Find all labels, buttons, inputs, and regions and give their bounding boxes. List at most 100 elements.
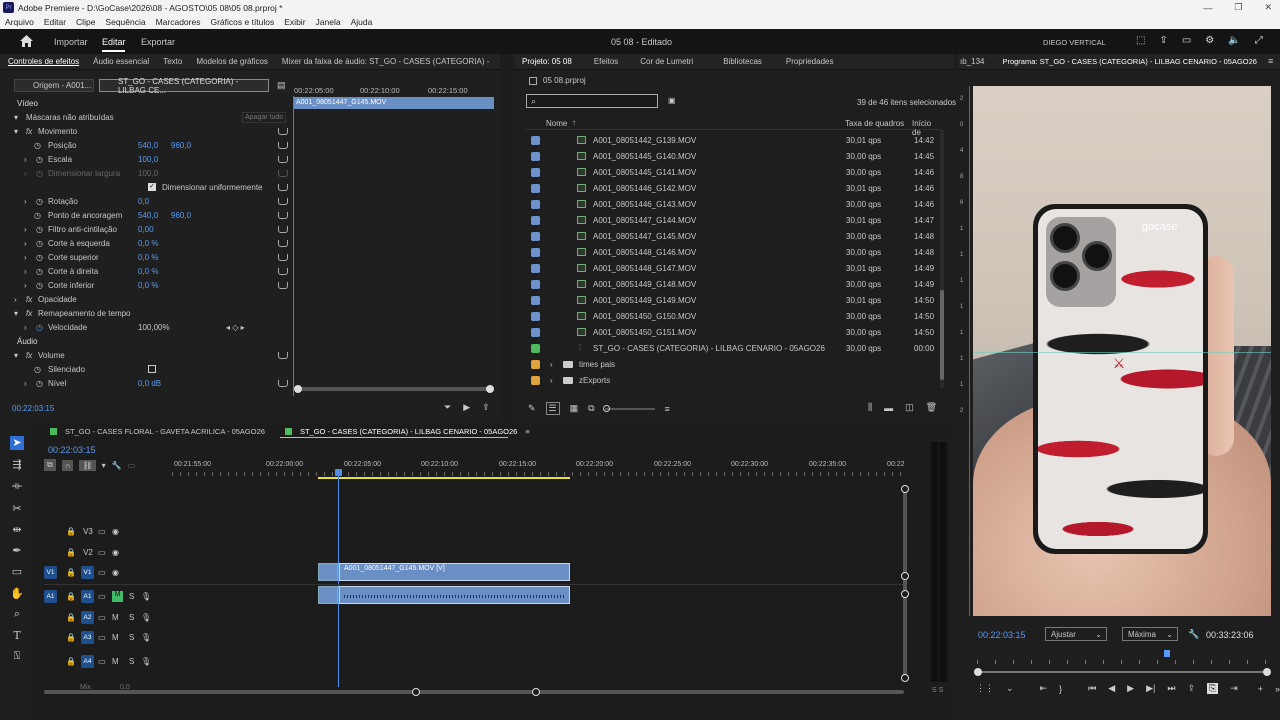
chevron-right-icon[interactable]: ›	[14, 253, 27, 262]
reset-icon[interactable]	[278, 267, 288, 275]
new-bin-from-search-icon[interactable]: ▣	[668, 96, 676, 105]
reset-icon[interactable]	[278, 239, 288, 247]
chevron-down-icon[interactable]: ▾	[14, 309, 26, 318]
chevron-right-icon[interactable]: ›	[14, 379, 27, 388]
mic-icon[interactable]: 🎙	[141, 592, 151, 601]
speed-value[interactable]: 100,00%	[138, 323, 170, 332]
expand-icon[interactable]: »	[1275, 684, 1280, 694]
chevron-down-icon[interactable]: ▾	[14, 127, 26, 136]
tab-program[interactable]: Programa: ST_GO - CASES (CATEGORIA) - LI…	[1002, 57, 1257, 66]
zoom-slider[interactable]	[602, 404, 655, 412]
reset-icon[interactable]	[278, 351, 288, 359]
program-menu-icon[interactable]: ≡	[1268, 56, 1273, 66]
tab-essential-audio[interactable]: Áudio essencial	[93, 57, 149, 66]
source-selector[interactable]: Origem - A001...	[14, 79, 94, 92]
col-frame-rate[interactable]: Taxa de quadros	[845, 119, 904, 128]
stopwatch-icon[interactable]: ◷	[14, 365, 41, 374]
clip-row[interactable]: A001_08051445_G140.MOV 30,00 qps 14:45	[526, 148, 940, 164]
sync-icon[interactable]: ▭	[98, 527, 112, 536]
sync-icon[interactable]: ▭	[98, 633, 112, 642]
clip-row[interactable]: A001_08051448_G146.MOV 30,00 qps 14:48	[526, 244, 940, 260]
clip-row[interactable]: A001_08051449_G149.MOV 30,01 qps 14:50	[526, 292, 940, 308]
tab-importar[interactable]: Importar	[54, 37, 88, 47]
lock-icon[interactable]: 🔒	[66, 633, 78, 642]
add-button-icon[interactable]: +	[1258, 684, 1263, 694]
tab-project[interactable]: Projeto: 05 08	[522, 57, 572, 66]
tab-properties[interactable]: Propriedades	[786, 57, 834, 66]
reset-icon[interactable]	[278, 183, 288, 191]
crop-left-value[interactable]: 0,0 %	[138, 239, 158, 248]
clip-row[interactable]: A001_08051448_G147.MOV 30,01 qps 14:49	[526, 260, 940, 276]
export-frame-icon[interactable]: ▭	[1182, 35, 1191, 46]
anchor-x-value[interactable]: 540,0	[138, 211, 171, 220]
track-label[interactable]: A2	[81, 610, 94, 624]
rotation-value[interactable]: 0,0	[138, 197, 149, 206]
tab-graphic-templates[interactable]: Modelos de gráficos	[196, 57, 268, 66]
mic-icon[interactable]: 🎙	[141, 613, 151, 622]
stopwatch-icon[interactable]: ◷	[26, 155, 43, 164]
chevron-down-icon[interactable]: ⌄	[1006, 683, 1014, 694]
wrench-icon[interactable]: 🔧	[1188, 629, 1199, 640]
new-bin-icon[interactable]: ▬	[884, 403, 893, 413]
lock-icon[interactable]: 🔒	[66, 592, 78, 601]
mark-out-icon[interactable]: }	[1059, 684, 1062, 694]
reset-icon[interactable]	[278, 225, 288, 233]
stopwatch-icon[interactable]: ◷	[26, 379, 43, 388]
stopwatch-icon[interactable]: ◷	[26, 267, 43, 276]
clip-row[interactable]: A001_08051446_G142.MOV 30,01 qps 14:46	[526, 180, 940, 196]
scale-value[interactable]: 100,0	[138, 155, 158, 164]
menu-exibir[interactable]: Exibir	[284, 17, 305, 27]
source-patch-a1[interactable]: A1	[44, 589, 57, 603]
program-timecode[interactable]: 00:22:03:15	[978, 630, 1026, 640]
tab-text[interactable]: Texto	[163, 57, 182, 66]
chevron-right-icon[interactable]: ›	[550, 376, 553, 385]
lift-icon[interactable]: ⇪	[1187, 683, 1195, 694]
tab-effect-controls[interactable]: Controles de efeitos	[8, 57, 79, 66]
track-label[interactable]: V1	[81, 565, 94, 579]
fx-icon[interactable]: fx	[26, 351, 38, 360]
maximize-icon[interactable]: ❐	[1234, 2, 1242, 13]
icon-view-icon[interactable]: ▦	[570, 403, 579, 414]
audio-clip[interactable]	[339, 586, 570, 604]
lock-icon[interactable]: 🔒	[66, 548, 78, 557]
eye-icon[interactable]: ◉	[112, 527, 119, 536]
video-clip[interactable]: A001_08051447_G145.MOV [V]	[339, 563, 570, 581]
trash-icon[interactable]: 🗑	[926, 402, 937, 413]
uniform-scale-checkbox[interactable]: ✓	[148, 183, 156, 191]
chevron-right-icon[interactable]: ›	[14, 197, 27, 206]
automate-icon[interactable]: ⫼	[868, 402, 872, 413]
stopwatch-icon[interactable]: ◷	[26, 253, 43, 262]
ec-zoom-scrollbar[interactable]	[294, 385, 494, 393]
reset-icon[interactable]	[278, 141, 288, 149]
mic-icon[interactable]: 🎙	[141, 657, 151, 666]
sort-icons-icon[interactable]: ≡	[665, 404, 670, 414]
linked-selection-icon[interactable]: ⛓	[79, 459, 96, 471]
keyframe-nav-icon[interactable]: ◂ ◇ ▸	[226, 323, 245, 332]
solo-toggle[interactable]: S	[129, 633, 141, 642]
reset-icon[interactable]	[278, 379, 288, 387]
tab-libraries[interactable]: Bibliotecas	[723, 57, 762, 66]
chevron-down-icon[interactable]: ▾	[14, 113, 26, 122]
reset-icon[interactable]	[278, 155, 288, 163]
stopwatch-icon[interactable]: ◷	[14, 211, 41, 220]
add-marker-icon[interactable]: ▾	[102, 461, 106, 470]
solo-toggle[interactable]: S	[129, 657, 141, 666]
clip-row[interactable]: A001_08051450_G151.MOV 30,00 qps 14:50	[526, 324, 940, 340]
workspace-name[interactable]: DIEGO VERTICAL	[1043, 38, 1106, 47]
menu-marcadores[interactable]: Marcadores	[156, 17, 201, 27]
new-item-icon[interactable]: ◫	[905, 402, 914, 413]
share-icon[interactable]: ⇪	[1159, 35, 1167, 46]
crop-right-value[interactable]: 0,0 %	[138, 267, 158, 276]
minimize-icon[interactable]: —	[1203, 3, 1212, 13]
stopwatch-icon[interactable]: ◷	[26, 323, 43, 332]
menu-sequencia[interactable]: Sequência	[105, 17, 145, 27]
position-y-value[interactable]: 960,0	[171, 141, 191, 150]
stopwatch-icon[interactable]: ◷	[26, 281, 43, 290]
stopwatch-icon[interactable]: ◷	[14, 141, 41, 150]
captions-icon[interactable]: ▭	[128, 461, 136, 470]
tab-effects[interactable]: Efeitos	[594, 57, 618, 66]
list-view-icon[interactable]: ☰	[545, 402, 560, 415]
erase-all-button[interactable]: Apagar tudo	[242, 111, 287, 123]
write-protect-icon[interactable]: ✎	[528, 403, 536, 414]
clip-row[interactable]: A001_08051446_G143.MOV 30,00 qps 14:46	[526, 196, 940, 212]
